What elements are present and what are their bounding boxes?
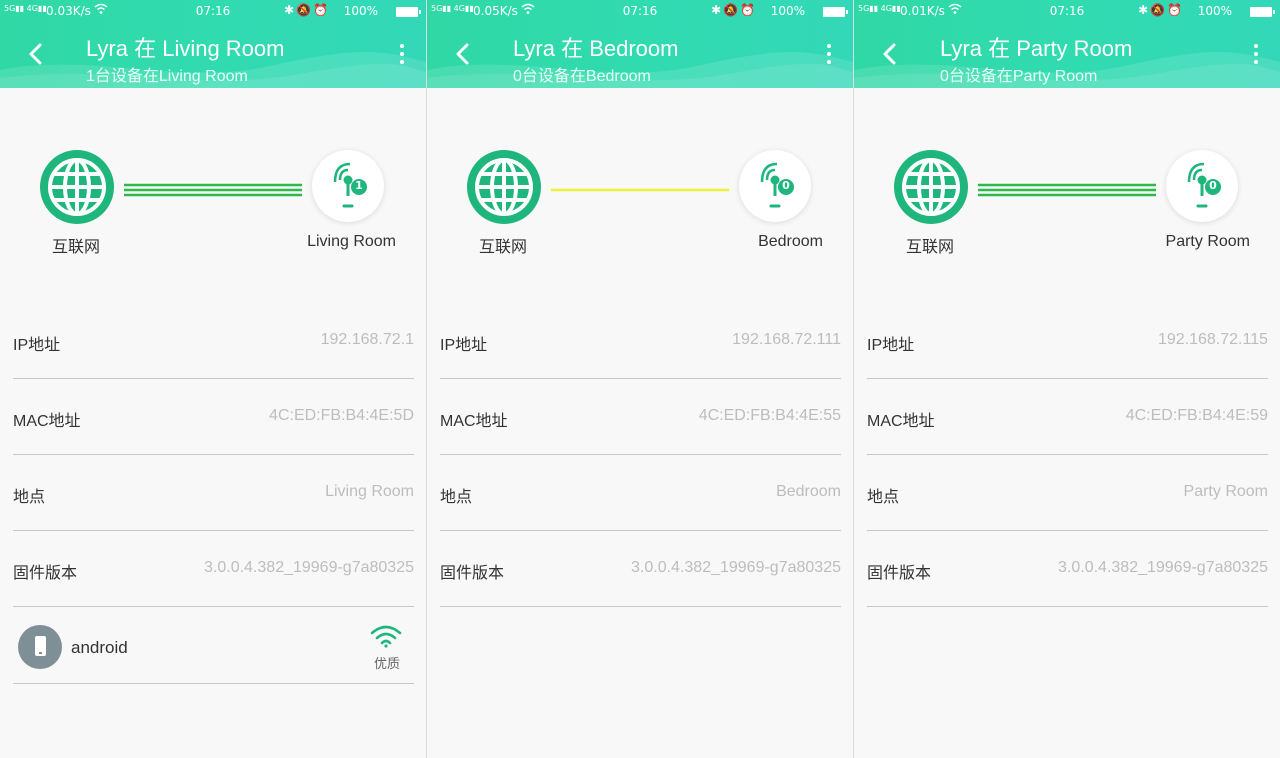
page-subtitle: 1台设备在Living Room <box>86 68 248 85</box>
status-bar: 5G▮▮ 4G▮▮ 0.03K/s 07:16 ✱🔕⏰ 100% <box>0 0 426 22</box>
row-key: 地点 <box>13 489 46 506</box>
client-name: android <box>71 638 128 657</box>
row-value: 192.168.72.115 <box>1157 331 1268 348</box>
internet-globe-icon[interactable] <box>465 148 543 226</box>
screen-party-room: 5G▮▮ 4G▮▮ 0.01K/s 07:16 ✱🔕⏰ 100% Lyra 在 … <box>854 0 1280 758</box>
internet-label: 互联网 <box>479 239 528 256</box>
info-row-mac: MAC地址 4C:ED:FB:B4:4E:55 <box>440 378 841 455</box>
node-label: Party Room <box>1165 233 1250 250</box>
row-value: 192.168.72.1 <box>320 331 414 348</box>
row-key: IP地址 <box>440 337 488 354</box>
client-device-row[interactable]: android 优质 <box>13 608 414 684</box>
info-row-location[interactable]: 地点 Living Room <box>13 454 414 531</box>
row-value: 3.0.0.4.382_19969-g7a80325 <box>631 559 841 576</box>
node-label: Bedroom <box>758 233 823 250</box>
row-value: 4C:ED:FB:B4:4E:55 <box>698 407 841 424</box>
row-value: 192.168.72.111 <box>732 331 841 348</box>
row-value: 3.0.0.4.382_19969-g7a80325 <box>204 559 414 576</box>
info-row-mac: MAC地址 4C:ED:FB:B4:4E:5D <box>13 378 414 455</box>
signal-quality-label: 优质 <box>373 657 400 672</box>
row-value: 4C:ED:FB:B4:4E:5D <box>269 407 414 424</box>
back-arrow-icon[interactable] <box>453 42 471 66</box>
router-antenna-icon <box>1187 162 1221 208</box>
info-row-firmware: 固件版本 3.0.0.4.382_19969-g7a80325 <box>440 530 841 607</box>
row-key: MAC地址 <box>13 413 81 430</box>
page-title: Lyra 在 Party Room <box>940 36 1133 61</box>
app-header: 5G▮▮ 4G▮▮ 0.03K/s 07:16 ✱🔕⏰ 100% Lyra 在 … <box>0 0 426 88</box>
row-key: 地点 <box>440 489 473 506</box>
lyra-node-button[interactable]: 1 <box>312 150 384 222</box>
row-value: 3.0.0.4.382_19969-g7a80325 <box>1058 559 1268 576</box>
lyra-node-button[interactable]: 0 <box>739 150 811 222</box>
back-arrow-icon[interactable] <box>26 42 44 66</box>
internet-label: 互联网 <box>52 239 101 256</box>
screens-container: 5G▮▮ 4G▮▮ 0.03K/s 07:16 ✱🔕⏰ 100% Lyra 在 … <box>0 0 1280 758</box>
page-subtitle: 0台设备在Party Room <box>940 68 1098 85</box>
row-key: IP地址 <box>867 337 915 354</box>
device-count-badge: 1 <box>355 179 363 192</box>
status-bar: 5G▮▮ 4G▮▮ 0.05K/s 07:16 ✱🔕⏰ 100% <box>427 0 853 22</box>
internet-globe-icon[interactable] <box>892 148 970 226</box>
battery-percent: 100% <box>343 4 378 18</box>
connection-line-weak <box>551 188 729 192</box>
screen-living-room: 5G▮▮ 4G▮▮ 0.03K/s 07:16 ✱🔕⏰ 100% Lyra 在 … <box>0 0 426 758</box>
status-icons: ✱🔕⏰ <box>1138 3 1184 17</box>
more-menu-icon[interactable] <box>825 44 833 68</box>
row-key: MAC地址 <box>867 413 935 430</box>
row-value: Bedroom <box>776 483 841 500</box>
wifi-signal-icon <box>370 625 402 648</box>
node-label: Living Room <box>307 233 396 250</box>
page-title: Lyra 在 Living Room <box>86 36 285 61</box>
row-value: 4C:ED:FB:B4:4E:59 <box>1125 407 1268 424</box>
status-bar: 5G▮▮ 4G▮▮ 0.01K/s 07:16 ✱🔕⏰ 100% <box>854 0 1280 22</box>
device-count-badge: 0 <box>782 179 790 192</box>
back-arrow-icon[interactable] <box>880 42 898 66</box>
status-icons: ✱🔕⏰ <box>711 3 757 17</box>
row-key: 固件版本 <box>867 565 932 582</box>
info-row-ip: IP地址 192.168.72.111 <box>440 302 841 379</box>
topology-diagram: 0 互联网 Party Room <box>854 140 1280 270</box>
info-row-firmware: 固件版本 3.0.0.4.382_19969-g7a80325 <box>13 530 414 607</box>
topology-diagram: 1 互联网 Living Room <box>0 140 426 270</box>
row-key: IP地址 <box>13 337 61 354</box>
page-title: Lyra 在 Bedroom <box>513 36 679 61</box>
status-icons: ✱🔕⏰ <box>284 3 330 17</box>
row-value: Living Room <box>325 483 414 500</box>
battery-percent: 100% <box>1197 4 1232 18</box>
device-count-badge: 0 <box>1209 179 1217 192</box>
screen-bedroom: 5G▮▮ 4G▮▮ 0.05K/s 07:16 ✱🔕⏰ 100% Lyra 在 … <box>427 0 853 758</box>
battery-icon <box>823 7 848 17</box>
row-key: 固件版本 <box>13 565 78 582</box>
row-key: MAC地址 <box>440 413 508 430</box>
info-row-ip: IP地址 192.168.72.1 <box>13 302 414 379</box>
info-row-mac: MAC地址 4C:ED:FB:B4:4E:59 <box>867 378 1268 455</box>
info-row-ip: IP地址 192.168.72.115 <box>867 302 1268 379</box>
lyra-node-button[interactable]: 0 <box>1166 150 1238 222</box>
router-antenna-icon <box>333 162 367 208</box>
page-subtitle: 0台设备在Bedroom <box>513 68 651 85</box>
connection-line-good <box>978 183 1156 197</box>
row-value: Party Room <box>1183 483 1268 500</box>
info-row-location[interactable]: 地点 Bedroom <box>440 454 841 531</box>
battery-percent: 100% <box>770 4 805 18</box>
connection-line-good <box>124 183 302 197</box>
info-row-location[interactable]: 地点 Party Room <box>867 454 1268 531</box>
app-header: 5G▮▮ 4G▮▮ 0.01K/s 07:16 ✱🔕⏰ 100% Lyra 在 … <box>854 0 1280 88</box>
topology-diagram: 0 互联网 Bedroom <box>427 140 853 270</box>
battery-icon <box>396 7 421 17</box>
row-key: 地点 <box>867 489 900 506</box>
internet-label: 互联网 <box>906 239 955 256</box>
router-antenna-icon <box>760 162 794 208</box>
internet-globe-icon[interactable] <box>38 148 116 226</box>
more-menu-icon[interactable] <box>398 44 406 68</box>
info-row-firmware: 固件版本 3.0.0.4.382_19969-g7a80325 <box>867 530 1268 607</box>
app-header: 5G▮▮ 4G▮▮ 0.05K/s 07:16 ✱🔕⏰ 100% Lyra 在 … <box>427 0 853 88</box>
row-key: 固件版本 <box>440 565 505 582</box>
phone-icon <box>18 625 62 669</box>
more-menu-icon[interactable] <box>1252 44 1260 68</box>
battery-icon <box>1250 7 1275 17</box>
